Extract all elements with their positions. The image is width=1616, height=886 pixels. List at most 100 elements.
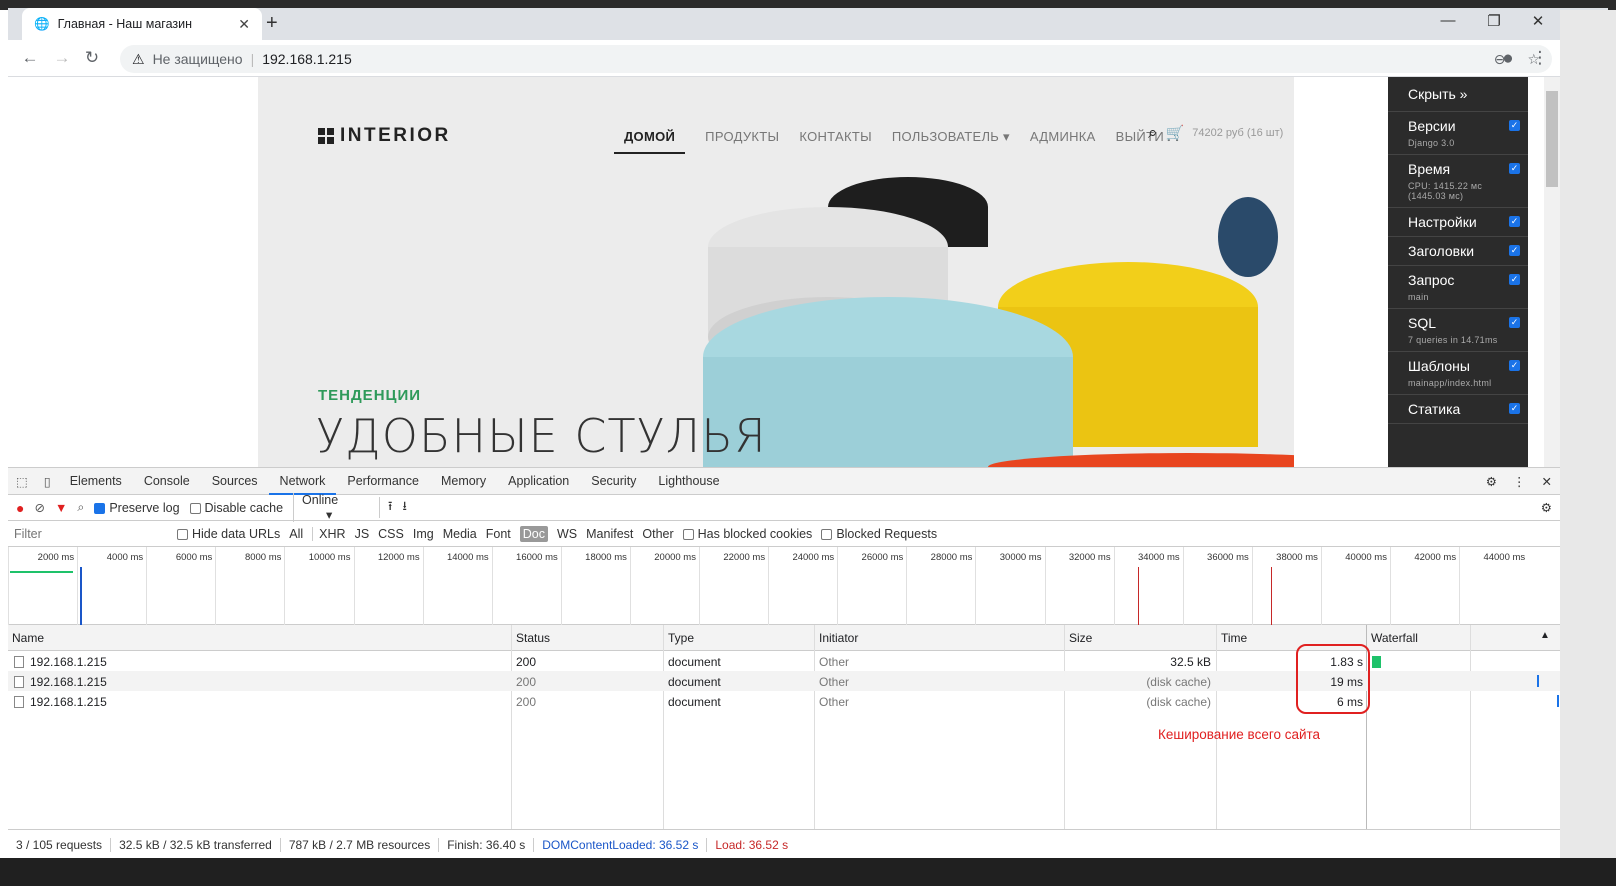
tick-label: 16000 ms <box>516 552 558 563</box>
restore-button[interactable]: ❐ <box>1474 12 1514 30</box>
nav-contacts[interactable]: КОНТАКТЫ <box>799 129 872 154</box>
type-ws[interactable]: WS <box>557 527 577 541</box>
panel-checkbox[interactable]: ✓ <box>1509 216 1520 227</box>
import-har-icon[interactable]: ⭱ <box>379 497 392 518</box>
type-js[interactable]: JS <box>355 527 370 541</box>
warning-icon: ⚠ <box>132 50 145 67</box>
filter-input[interactable] <box>8 523 168 544</box>
tab-elements[interactable]: Elements <box>59 468 133 495</box>
debug-panel-time[interactable]: Время CPU: 1415.22 мс (1445.03 мс) ✓ <box>1388 155 1528 208</box>
panel-checkbox[interactable]: ✓ <box>1509 317 1520 328</box>
panel-checkbox[interactable]: ✓ <box>1509 274 1520 285</box>
network-overview[interactable]: 2000 ms 4000 ms 6000 ms 8000 ms 10000 ms 1200… <box>8 547 1560 625</box>
debug-panel-settings[interactable]: Настройки ✓ <box>1388 208 1528 237</box>
back-icon[interactable]: ← <box>18 48 42 68</box>
debug-panel-headers[interactable]: Заголовки ✓ <box>1388 237 1528 266</box>
debug-panel-sql[interactable]: SQL 7 queries in 14.71ms ✓ <box>1388 309 1528 352</box>
type-doc[interactable]: Doc <box>519 525 548 542</box>
panel-sub: Django 3.0 <box>1408 138 1455 148</box>
tab-sources[interactable]: Sources <box>201 468 269 495</box>
debug-hide-button[interactable]: Скрыть » <box>1388 77 1528 112</box>
blocked-requests-checkbox[interactable]: Blocked Requests <box>821 527 937 541</box>
throttle-select[interactable]: Online ▾ <box>293 493 369 522</box>
column-type[interactable]: Type <box>668 631 694 645</box>
type-manifest[interactable]: Manifest <box>586 527 633 541</box>
tab-lighthouse[interactable]: Lighthouse <box>647 468 730 495</box>
close-tab-icon[interactable]: ✕ <box>238 16 250 33</box>
settings-icon[interactable]: ⚙ <box>1478 474 1505 489</box>
debug-panel-templates[interactable]: Шаблоны mainapp/index.html ✓ <box>1388 352 1528 395</box>
search-icon[interactable]: ⌕ <box>1148 123 1158 143</box>
filter-icon[interactable]: ▼ <box>55 501 67 515</box>
page-scrollbar[interactable] <box>1544 77 1560 467</box>
tab-memory[interactable]: Memory <box>430 468 497 495</box>
tick-label: 10000 ms <box>308 552 351 563</box>
search-icon[interactable]: ⌕ <box>77 500 84 515</box>
cart-summary[interactable]: 74202 руб (16 шт) <box>1192 127 1283 139</box>
type-css[interactable]: CSS <box>378 527 404 541</box>
site-content: INTERIOR ДОМОЙ ПРОДУКТЫ КОНТАКТЫ ПОЛЬЗОВ… <box>258 77 1294 467</box>
debug-toolbar: Скрыть » Версии Django 3.0 ✓ Время CPU: 141… <box>1388 77 1528 467</box>
network-settings-icon[interactable]: ⚙ <box>1541 500 1560 515</box>
type-xhr[interactable]: XHR <box>312 526 346 541</box>
tab-network[interactable]: Network <box>268 468 337 495</box>
column-time[interactable]: Time <box>1221 631 1247 645</box>
tab-console[interactable]: Console <box>133 468 201 495</box>
timeline-tick: 12000 ms <box>353 547 423 625</box>
cart-icon[interactable]: 🛒 <box>1166 124 1185 142</box>
tab-performance[interactable]: Performance <box>336 468 430 495</box>
clear-icon[interactable]: ⊘ <box>34 500 44 515</box>
reload-icon[interactable]: ↻ <box>80 48 104 68</box>
menu-icon[interactable]: ⋮ <box>1528 48 1552 68</box>
inspect-icon[interactable]: ⬚ <box>8 474 36 489</box>
timeline-tick: 4000 ms <box>77 547 146 625</box>
browser-tab[interactable]: 🌐 Главная - Наш магазин ✕ <box>22 8 262 40</box>
debug-panel-request[interactable]: Запрос main ✓ <box>1388 266 1528 309</box>
column-size[interactable]: Size <box>1069 631 1092 645</box>
panel-checkbox[interactable]: ✓ <box>1509 403 1520 414</box>
profile-icon[interactable]: ● <box>1496 48 1520 70</box>
timeline-tick: 18000 ms <box>560 547 630 625</box>
record-icon[interactable]: ● <box>16 500 24 516</box>
column-waterfall[interactable]: Waterfall <box>1371 631 1418 645</box>
debug-panel-static[interactable]: Статика ✓ <box>1388 395 1528 424</box>
type-img[interactable]: Img <box>413 527 434 541</box>
close-window-button[interactable]: ✕ <box>1518 12 1558 30</box>
forward-icon[interactable]: → <box>50 48 74 68</box>
export-har-icon[interactable]: ⭳ <box>402 497 406 518</box>
tab-security[interactable]: Security <box>580 468 647 495</box>
nav-admin[interactable]: АДМИНКА <box>1030 129 1096 154</box>
minimize-button[interactable]: — <box>1428 12 1468 29</box>
panel-checkbox[interactable]: ✓ <box>1509 245 1520 256</box>
panel-checkbox[interactable]: ✓ <box>1509 360 1520 371</box>
type-other[interactable]: Other <box>642 527 673 541</box>
preserve-log-checkbox[interactable]: Preserve log <box>94 501 180 515</box>
column-status[interactable]: Status <box>516 631 550 645</box>
device-toggle-icon[interactable]: ▯ <box>36 474 59 489</box>
type-media[interactable]: Media <box>443 527 477 541</box>
site-logo[interactable]: INTERIOR <box>318 125 451 147</box>
request-status: 200 <box>516 655 537 669</box>
hide-data-urls-checkbox[interactable]: Hide data URLs <box>177 527 280 541</box>
close-devtools-icon[interactable]: ✕ <box>1534 474 1560 489</box>
nav-products[interactable]: ПРОДУКТЫ <box>705 129 779 154</box>
panel-checkbox[interactable]: ✓ <box>1509 163 1520 174</box>
column-initiator[interactable]: Initiator <box>819 631 858 645</box>
disable-cache-checkbox[interactable]: Disable cache <box>189 501 283 515</box>
nav-user[interactable]: ПОЛЬЗОВАТЕЛЬ ▾ <box>892 129 1010 154</box>
type-font[interactable]: Font <box>486 527 511 541</box>
type-all[interactable]: All <box>289 527 303 541</box>
more-icon[interactable]: ⋮ <box>1505 474 1534 489</box>
load-time: Load: 36.52 s <box>715 837 789 852</box>
new-tab-button[interactable]: + <box>266 12 278 35</box>
panel-checkbox[interactable]: ✓ <box>1509 120 1520 131</box>
sort-up-icon[interactable]: ▲ <box>1540 630 1550 641</box>
column-name[interactable]: Name <box>12 631 44 645</box>
devtools-panel: ⬚ ▯ Elements Console Sources Network Per… <box>8 467 1560 858</box>
debug-panel-versions[interactable]: Версии Django 3.0 ✓ <box>1388 112 1528 155</box>
omnibox[interactable]: ⚠ Не защищено | 192.168.1.215 ⊖ ☆ <box>120 45 1552 73</box>
blocked-cookies-checkbox[interactable]: Has blocked cookies <box>682 527 812 541</box>
panel-title: Статика <box>1408 401 1461 417</box>
tab-application[interactable]: Application <box>497 468 580 495</box>
nav-home[interactable]: ДОМОЙ <box>614 129 686 154</box>
